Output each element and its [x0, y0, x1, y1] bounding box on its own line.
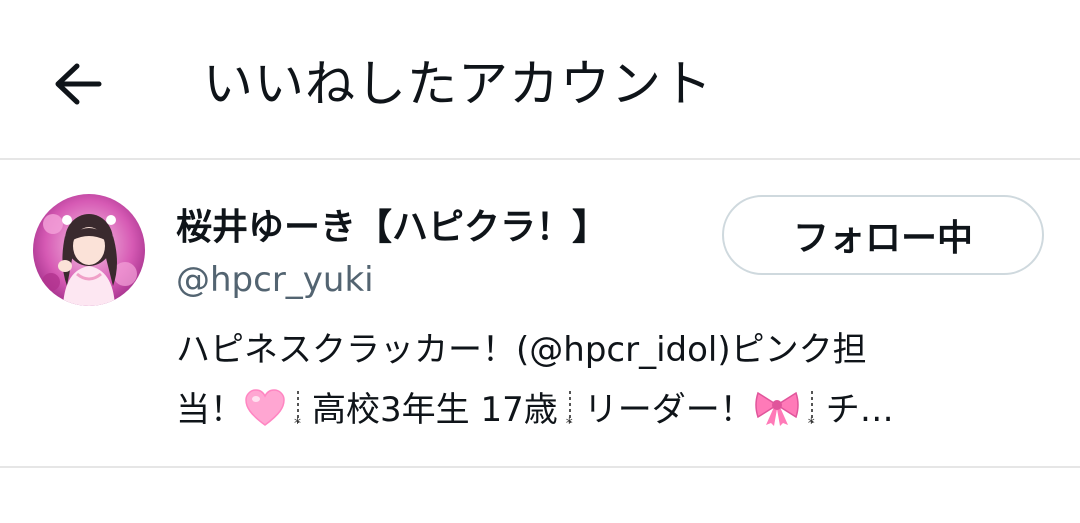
bio-text: )ピンク担 — [717, 330, 867, 370]
bio-text: リーダー！ — [583, 390, 754, 430]
divider-glyph — [292, 391, 306, 431]
ribbon-icon — [754, 386, 800, 446]
list-divider — [0, 466, 1080, 468]
bio-text: 当！ — [176, 390, 244, 430]
divider-glyph — [564, 391, 578, 431]
bio-line-2: 当！ 高校3年生 17歳リーダー！ チ… — [176, 380, 1026, 446]
pink-heart-icon — [244, 386, 286, 446]
top-bar: いいねしたアカウント — [0, 0, 1080, 158]
bio-line-1: ハピネスクラッカー！(@hpcr_idol)ピンク担 — [176, 320, 1026, 380]
bio-text: 高校3年生 17歳 — [312, 390, 558, 430]
bio-text: チ… — [825, 390, 894, 430]
profile-photo-icon — [33, 194, 145, 306]
bio-text: ハピネスクラッカー！( — [176, 330, 530, 370]
user-bio: ハピネスクラッカー！(@hpcr_idol)ピンク担 当！ 高校3年生 17歳リー… — [176, 320, 1026, 446]
user-handle[interactable]: @hpcr_yuki — [176, 258, 374, 302]
following-button[interactable]: フォロー中 — [722, 195, 1044, 275]
back-button[interactable] — [40, 50, 116, 118]
divider-glyph — [806, 391, 820, 431]
user-list-item[interactable]: 桜井ゆーき【ハピクラ！】 @hpcr_yuki フォロー中 ハピネスクラッカー！… — [0, 160, 1080, 466]
mention-link[interactable]: @hpcr_idol — [529, 330, 717, 370]
arrow-left-icon — [55, 63, 102, 105]
page-title: いいねしたアカウント — [203, 55, 713, 113]
avatar[interactable] — [33, 194, 145, 306]
display-name[interactable]: 桜井ゆーき【ハピクラ！】 — [176, 204, 608, 252]
